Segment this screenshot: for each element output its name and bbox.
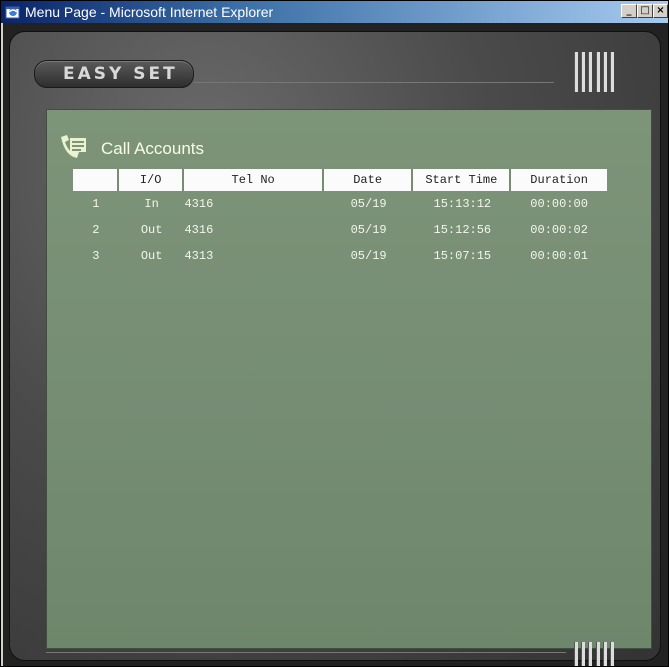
row-date: 05/19 (350, 249, 387, 263)
row-duration: 00:00:01 (530, 249, 588, 263)
minimize-button[interactable]: _ (621, 4, 637, 18)
row-tel-no: 4313 (184, 249, 214, 263)
ie-icon (5, 6, 20, 19)
row-index: 1 (92, 197, 100, 211)
row-start-time: 15:12:56 (433, 223, 492, 237)
close-button[interactable]: × (653, 4, 668, 18)
section-title: Call Accounts (101, 139, 204, 158)
col-header-duration: Duration (511, 169, 607, 191)
browser-window: Menu Page - Microsoft Internet Explorer … (0, 0, 669, 667)
col-header-date: Date (323, 169, 414, 191)
table-row: 2 Out 4316 05/19 15:12:56 00:00:02 (73, 217, 607, 243)
row-start-time: 15:13:12 (433, 197, 492, 211)
row-duration: 00:00:02 (530, 223, 588, 237)
col-header-start-time: Start Time (413, 169, 512, 191)
row-date: 05/19 (350, 223, 387, 237)
col-header-io: I/O (118, 169, 185, 191)
title-bar[interactable]: Menu Page - Microsoft Internet Explorer … (1, 1, 668, 23)
row-tel-no: 4316 (184, 223, 214, 237)
row-duration: 00:00:00 (530, 197, 588, 211)
row-io: In (144, 197, 159, 211)
call-accounts-icon (61, 135, 86, 158)
window-title: Menu Page - Microsoft Internet Explorer (25, 4, 274, 20)
row-start-time: 15:07:15 (433, 249, 492, 263)
brand-logo: EASY SET (63, 64, 178, 84)
row-tel-no: 4316 (184, 197, 214, 211)
divider-line (194, 82, 554, 83)
row-index: 2 (92, 223, 100, 237)
row-date: 05/19 (350, 197, 387, 211)
row-index: 3 (92, 249, 100, 263)
table-row: 1 In 4316 05/19 15:13:12 00:00:00 (73, 191, 607, 217)
table-row: 3 Out 4313 05/19 15:07:15 00:00:01 (73, 243, 607, 269)
lcd-screen: Call Accounts I/O Tel No Date Start Time… (46, 109, 652, 649)
speaker-grille-icon (574, 52, 614, 92)
call-accounts-table: I/O Tel No Date Start Time Duration 1 In… (73, 169, 607, 269)
device-frame: EASY SET Call Accounts I/O Tel No Date S… (3, 23, 668, 666)
col-header-index (73, 169, 119, 191)
col-header-tel-no: Tel No (184, 169, 324, 191)
table-header-row: I/O Tel No Date Start Time Duration (73, 169, 607, 191)
logo-plate: EASY SET (34, 60, 194, 88)
row-io: Out (140, 223, 163, 237)
device-panel: EASY SET Call Accounts I/O Tel No Date S… (9, 31, 661, 666)
maximize-button[interactable]: □ (637, 4, 653, 18)
divider-line (46, 652, 566, 653)
row-io: Out (140, 249, 163, 263)
speaker-grille-icon (574, 642, 614, 666)
